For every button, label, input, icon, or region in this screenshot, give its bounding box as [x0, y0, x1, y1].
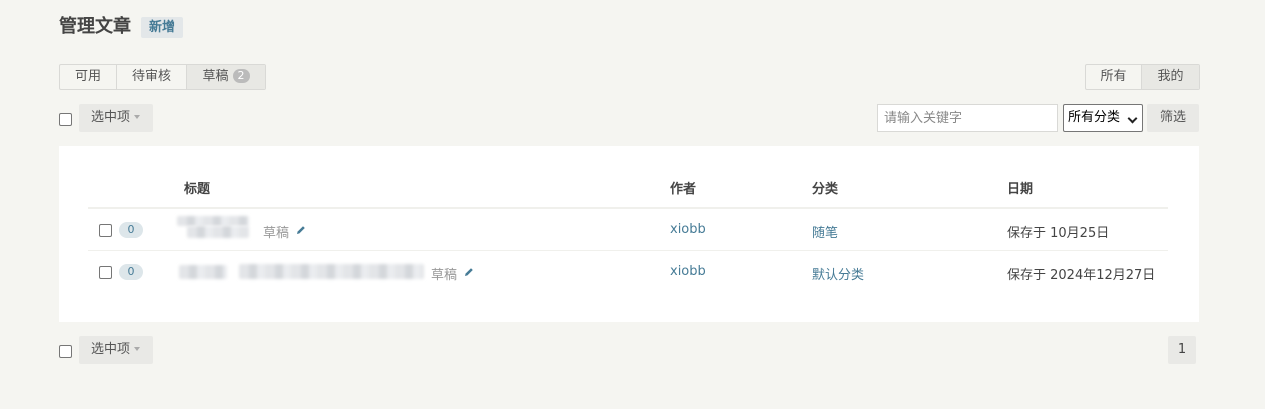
tab-draft-label: 草稿 — [202, 69, 229, 84]
posts-table: 标题 作者 分类 日期 0 草稿 xiobb 随笔 保存于 10月25日 0 草… — [59, 146, 1199, 322]
search-input[interactable] — [877, 104, 1058, 132]
category-select-value: 所有分类 — [1068, 110, 1121, 125]
post-title-redacted[interactable] — [187, 226, 249, 238]
row-checkbox[interactable] — [99, 224, 112, 237]
row-divider — [88, 250, 1168, 251]
post-title-redacted[interactable] — [179, 265, 227, 279]
column-header-author: 作者 — [670, 182, 697, 197]
tab-available[interactable]: 可用 — [60, 65, 117, 89]
tab-pending-label: 待审核 — [131, 69, 171, 84]
tab-draft[interactable]: 草稿 2 — [187, 65, 265, 89]
chevron-down-icon — [1127, 113, 1138, 124]
row-checkbox[interactable] — [99, 266, 112, 279]
author-link[interactable]: xiobb — [670, 222, 706, 237]
scope-toggle: 所有 我的 — [1085, 64, 1200, 90]
draft-status-label: 草稿 — [263, 226, 290, 241]
pagination-page-1[interactable]: 1 — [1168, 336, 1196, 364]
scope-mine-button[interactable]: 我的 — [1142, 65, 1199, 89]
new-post-button[interactable]: 新增 — [141, 17, 184, 38]
status-tabs: 可用 待审核 草稿 2 — [59, 64, 266, 90]
date-text: 保存于 2024年12月27日 — [1007, 268, 1156, 283]
post-title-redacted[interactable] — [239, 264, 424, 279]
draft-status-label: 草稿 — [431, 268, 458, 283]
caret-down-icon — [134, 347, 141, 351]
column-header-title: 标题 — [184, 182, 211, 197]
caret-down-icon — [134, 115, 141, 119]
scope-all-button[interactable]: 所有 — [1086, 65, 1142, 89]
draft-count-badge: 2 — [232, 69, 250, 83]
bulk-action-dropdown[interactable]: 选中项 — [79, 104, 153, 132]
post-title-redacted[interactable] — [177, 216, 249, 226]
bulk-action-label: 选中项 — [91, 110, 131, 125]
column-header-category: 分类 — [812, 182, 839, 197]
column-header-date: 日期 — [1007, 182, 1034, 197]
select-all-checkbox-bottom[interactable] — [59, 345, 72, 358]
select-all-checkbox[interactable] — [59, 113, 72, 126]
tab-pending[interactable]: 待审核 — [117, 65, 187, 89]
header-divider — [88, 207, 1168, 209]
bulk-action-dropdown-bottom[interactable]: 选中项 — [79, 336, 153, 364]
edit-pencil-icon[interactable] — [464, 267, 474, 277]
comment-count-badge[interactable]: 0 — [119, 264, 143, 280]
category-link[interactable]: 默认分类 — [812, 264, 864, 283]
tab-available-label: 可用 — [74, 69, 101, 84]
date-text: 保存于 10月25日 — [1007, 226, 1110, 241]
category-select[interactable]: 所有分类 — [1063, 104, 1143, 132]
category-link[interactable]: 随笔 — [812, 222, 838, 241]
filter-button[interactable]: 筛选 — [1147, 104, 1199, 132]
bulk-action-label: 选中项 — [91, 342, 131, 357]
comment-count-badge[interactable]: 0 — [119, 222, 143, 238]
author-link[interactable]: xiobb — [670, 264, 706, 279]
page-title: 管理文章 — [59, 16, 131, 37]
edit-pencil-icon[interactable] — [296, 225, 306, 235]
